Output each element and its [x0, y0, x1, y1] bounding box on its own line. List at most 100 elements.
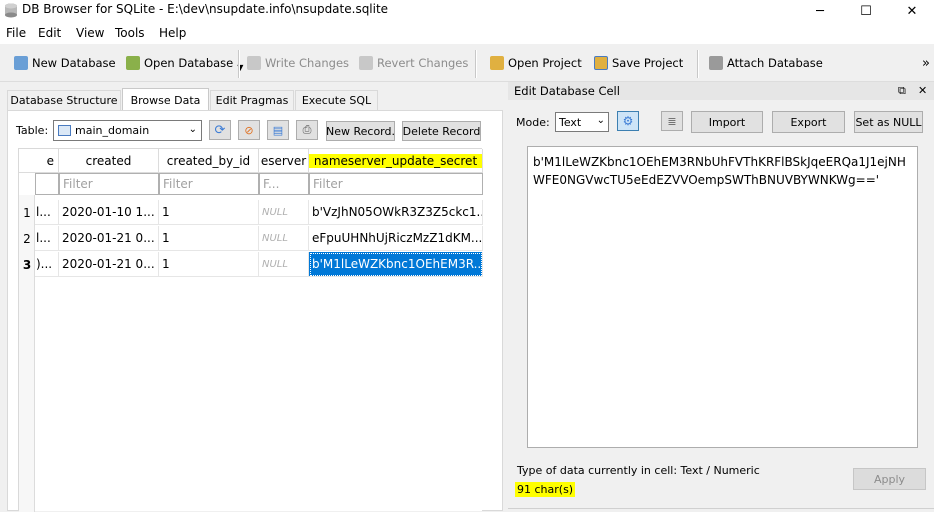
open-project-label: Open Project: [508, 56, 582, 70]
table-cell-created-by-id[interactable]: 1: [159, 226, 259, 251]
table-select[interactable]: main_domain ⌄: [53, 120, 202, 141]
table-cell-created[interactable]: 2020-01-21 0...: [59, 226, 159, 251]
edit-cell-title: Edit Database Cell: [514, 84, 620, 98]
save-filter-icon: ▤: [272, 123, 284, 137]
table-cell-eserver[interactable]: NULL: [259, 252, 309, 277]
set-as-null-button[interactable]: Set as NULL: [854, 111, 923, 133]
clear-filters-button[interactable]: ⊘: [238, 120, 260, 140]
tab-edit-pragmas[interactable]: Edit Pragmas: [210, 90, 294, 110]
save-project-label: Save Project: [612, 56, 684, 70]
open-database-icon: [126, 56, 140, 70]
window-title: DB Browser for SQLite - E:\dev\nsupdate.…: [22, 2, 389, 16]
table-cell-created[interactable]: 2020-01-10 1...: [59, 200, 159, 225]
filter-input[interactable]: [35, 173, 59, 195]
revert-changes-button[interactable]: Revert Changes: [359, 52, 468, 74]
table-cell-created-by-id[interactable]: 1: [159, 200, 259, 225]
write-changes-button[interactable]: Write Changes: [247, 52, 349, 74]
save-project-button[interactable]: Save Project: [594, 52, 683, 74]
table-cell-created[interactable]: 2020-01-21 0...: [59, 252, 159, 277]
table-cell-secret-selected[interactable]: b'M1lLeWZKbnc1OEhEM3R...: [309, 252, 483, 277]
column-header-nameserver-update-secret[interactable]: nameserver_update_secret: [309, 149, 483, 173]
chevron-down-icon: ⌄: [188, 124, 197, 135]
table-cell-eserver[interactable]: NULL: [259, 226, 309, 251]
clear-filter-icon: ⊘: [244, 123, 254, 137]
column-header-eserver[interactable]: eserver: [259, 149, 309, 173]
tab-execute-sql[interactable]: Execute SQL: [295, 90, 378, 110]
revert-changes-label: Revert Changes: [377, 56, 469, 70]
menu-bar: File Edit View Tools Help: [0, 22, 934, 44]
row-number[interactable]: 2: [19, 226, 35, 251]
row-number[interactable]: 1: [19, 200, 35, 225]
close-window-button[interactable]: ✕: [889, 0, 934, 22]
apply-button[interactable]: Apply: [853, 468, 926, 490]
attach-database-button[interactable]: Attach Database: [709, 52, 823, 74]
tab-browse-data[interactable]: Browse Data: [122, 88, 209, 111]
column-header-label: nameserver_update_secret: [309, 153, 482, 168]
open-database-label: Open Database: [144, 56, 234, 70]
table-cell[interactable]: )...: [35, 252, 59, 277]
panel-divider: [508, 508, 934, 509]
new-record-button[interactable]: New Record.: [326, 121, 395, 141]
toolbar-separator: [697, 50, 699, 78]
mode-label: Mode:: [516, 116, 550, 129]
table-cell-secret[interactable]: eFpuUHNhUjRiczMzZ1dKM...: [309, 226, 483, 251]
table-cell[interactable]: l...: [35, 200, 59, 225]
print-icon: ⎙: [302, 123, 312, 136]
filter-input-created[interactable]: Filter: [59, 173, 159, 195]
cell-type-info: Type of data currently in cell: Text / N…: [517, 464, 760, 477]
print-button[interactable]: ⎙: [296, 120, 318, 140]
column-header[interactable]: e: [19, 149, 59, 173]
char-count: 91 char(s): [515, 482, 576, 497]
cell-editor-textarea[interactable]: [527, 146, 918, 448]
refresh-icon: ⟳: [214, 122, 226, 138]
filter-input-created-by-id[interactable]: Filter: [159, 173, 259, 195]
refresh-button[interactable]: ⟳: [209, 120, 231, 140]
menu-tools[interactable]: Tools: [115, 26, 145, 40]
tab-database-structure[interactable]: Database Structure: [7, 90, 121, 110]
save-project-icon: [594, 56, 608, 70]
menu-view[interactable]: View: [76, 26, 104, 40]
toolbar-overflow-button[interactable]: »: [922, 52, 930, 74]
menu-file[interactable]: File: [6, 26, 26, 40]
table-cell-secret[interactable]: b'VzJhN05OWkR3Z3Z5ckc1...: [309, 200, 483, 225]
minimize-button[interactable]: ─: [797, 0, 843, 22]
import-button[interactable]: Import: [691, 111, 763, 133]
column-header-created-by-id[interactable]: created_by_id: [159, 149, 259, 173]
revert-changes-icon: [359, 56, 373, 70]
export-button[interactable]: Export: [772, 111, 845, 133]
table-cell-eserver[interactable]: NULL: [259, 200, 309, 225]
column-header-created[interactable]: created: [59, 149, 159, 173]
filter-input-eserver[interactable]: F...: [259, 173, 309, 195]
attach-database-label: Attach Database: [727, 56, 823, 70]
toolbar-separator: [238, 50, 240, 78]
new-database-button[interactable]: New Database: [14, 52, 116, 74]
database-app-icon: [5, 3, 17, 18]
table-cell-created-by-id[interactable]: 1: [159, 252, 259, 277]
open-database-button[interactable]: Open Database ▼: [126, 52, 243, 74]
row-number[interactable]: 3: [19, 252, 35, 277]
attach-database-icon: [709, 56, 723, 70]
new-database-icon: [14, 56, 28, 70]
open-project-icon: [490, 56, 504, 70]
float-panel-icon[interactable]: ⧉: [898, 84, 906, 98]
menu-edit[interactable]: Edit: [38, 26, 61, 40]
word-wrap-button[interactable]: ≣: [661, 111, 683, 131]
mode-select[interactable]: Text ⌄: [555, 112, 609, 132]
new-database-label: New Database: [32, 56, 116, 70]
save-filter-button[interactable]: ▤: [267, 120, 289, 140]
table-label: Table:: [16, 124, 49, 137]
chevron-down-icon: ⌄: [596, 115, 605, 126]
filter-input-secret[interactable]: Filter: [309, 173, 483, 195]
table-cell[interactable]: l...: [35, 226, 59, 251]
maximize-button[interactable]: ☐: [843, 0, 889, 22]
delete-record-button[interactable]: Delete Record: [402, 121, 481, 141]
cell-editor-content[interactable]: b'M1lLeWZKbnc1OEhEM3RNbUhFVThKRFlBSkJqeE…: [533, 153, 915, 189]
open-project-button[interactable]: Open Project: [490, 52, 582, 74]
close-panel-icon[interactable]: ✕: [918, 84, 927, 97]
write-changes-icon: [247, 56, 261, 70]
main-toolbar: New Database Open Database ▼ Write Change…: [0, 44, 934, 82]
menu-help[interactable]: Help: [159, 26, 186, 40]
auto-switch-mode-button[interactable]: ⚙: [617, 111, 639, 131]
data-grid[interactable]: e created created_by_id eserver nameserv…: [18, 148, 483, 512]
gear-icon: ⚙: [622, 114, 634, 128]
